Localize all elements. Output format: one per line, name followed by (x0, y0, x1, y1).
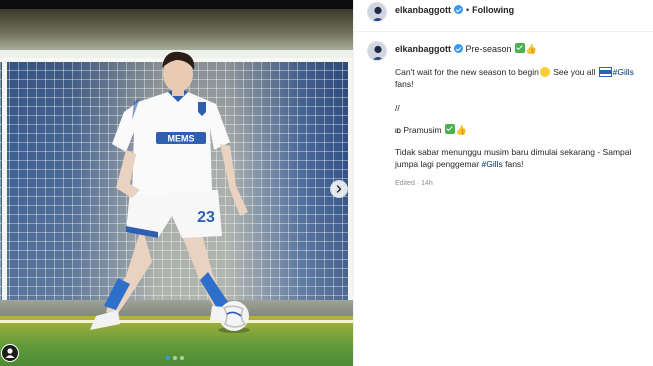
caption-text: Can't wait for the new season to begin (395, 67, 539, 77)
thumbs-up-emoji-icon: 👍 (525, 44, 537, 54)
profile-picture (368, 3, 386, 21)
carousel-dot (180, 356, 184, 360)
caption-text: fans! (395, 79, 414, 89)
tagged-users-button[interactable] (1, 344, 19, 362)
carousel-next-button[interactable] (330, 180, 348, 198)
carousel-dot (166, 356, 170, 360)
avatar[interactable] (367, 2, 387, 22)
verified-badge-icon (454, 44, 464, 53)
football (218, 301, 250, 333)
header-row: elkanbaggott • Following (395, 5, 514, 15)
check-mark-emoji-icon (444, 124, 455, 134)
grinning-emoji-icon (539, 67, 550, 77)
caption-text: See you all (550, 67, 598, 77)
flag-emoji-icon (599, 68, 611, 76)
verified-badge-icon (454, 5, 464, 14)
caption-indonesian: Tidak sabar menunggu musim baru dimulai … (395, 146, 647, 170)
hashtag-link[interactable]: #Gills (481, 159, 502, 169)
thumbs-up-emoji-icon: 👍 (455, 125, 467, 135)
caption-text: Pramusim (403, 125, 442, 135)
caption-english: Can't wait for the new season to begin S… (395, 66, 647, 90)
carousel-dot (173, 356, 177, 360)
following-button[interactable]: Following (472, 5, 514, 15)
caption-title: Pre-season (465, 44, 512, 54)
user-tag-icon (5, 348, 15, 358)
post-side-panel: elkanbaggott • Following elkanbaggott Pre-… (353, 0, 653, 366)
goal-post-left (2, 60, 7, 318)
football-player: MEMS 23 (90, 51, 248, 330)
check-mark-emoji-icon (514, 43, 525, 53)
profile-picture (368, 42, 386, 60)
caption-username-link[interactable]: elkanbaggott (395, 44, 451, 54)
edited-timestamp: Edited · 14h (395, 180, 433, 187)
hashtag-link[interactable]: #Gills (613, 67, 634, 77)
chevron-right-icon (336, 185, 342, 193)
photo-top-edge (0, 0, 353, 9)
shirt-number: 23 (197, 209, 215, 226)
caption-indonesian-title: ID Pramusim 👍 (395, 124, 647, 138)
username-link[interactable]: elkanbaggott (395, 5, 451, 15)
header-separator: • (466, 5, 470, 15)
carousel-dots (166, 356, 184, 360)
post-header: elkanbaggott • Following (354, 0, 653, 32)
avatar[interactable] (367, 41, 387, 61)
jersey-sponsor: MEMS (168, 134, 195, 144)
caption-text: fans! (502, 159, 524, 169)
caption-divider: // (395, 103, 400, 113)
id-flag-icon: ID (395, 129, 401, 135)
caption-head: elkanbaggott Pre-season 👍 (395, 43, 537, 55)
post-photo[interactable]: MEMS 23 (0, 0, 353, 366)
